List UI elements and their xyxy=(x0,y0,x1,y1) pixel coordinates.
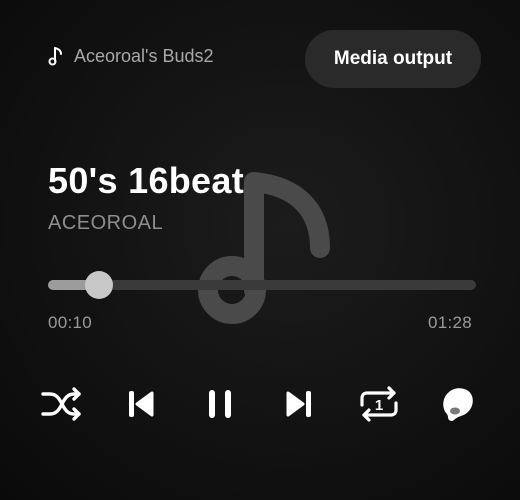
pause-button[interactable] xyxy=(196,380,244,428)
previous-track-button[interactable] xyxy=(117,380,165,428)
seek-bar-thumb[interactable] xyxy=(85,271,114,299)
pause-icon xyxy=(209,390,231,418)
playback-controls: 1 xyxy=(37,380,487,428)
media-player-panel: Aceoroal's Buds2 Media output 50's 16bea… xyxy=(0,0,520,500)
earbud-icon xyxy=(443,388,473,421)
media-output-label: Media output xyxy=(333,48,453,69)
device-name: Aceoroal's Buds2 xyxy=(74,45,214,66)
repeat-one-icon: 1 xyxy=(360,386,398,422)
next-track-button[interactable] xyxy=(275,380,323,428)
skip-next-icon xyxy=(286,391,311,417)
connected-device: Aceoroal's Buds2 xyxy=(48,44,214,68)
shuffle-icon xyxy=(41,387,81,421)
media-output-button[interactable]: Media output xyxy=(305,30,481,88)
track-title: 50's 16beat xyxy=(48,160,244,201)
repeat-one-digit: 1 xyxy=(375,397,383,414)
skip-previous-icon xyxy=(129,391,154,417)
track-artist: ACEOROAL xyxy=(48,212,164,234)
audio-effects-button[interactable] xyxy=(434,380,482,428)
total-time: 01:28 xyxy=(427,313,472,332)
shuffle-button[interactable] xyxy=(37,380,85,428)
music-note-icon xyxy=(48,46,64,66)
repeat-button[interactable]: 1 xyxy=(355,380,403,428)
seek-bar[interactable] xyxy=(48,271,476,299)
elapsed-time: 00:10 xyxy=(48,313,93,332)
